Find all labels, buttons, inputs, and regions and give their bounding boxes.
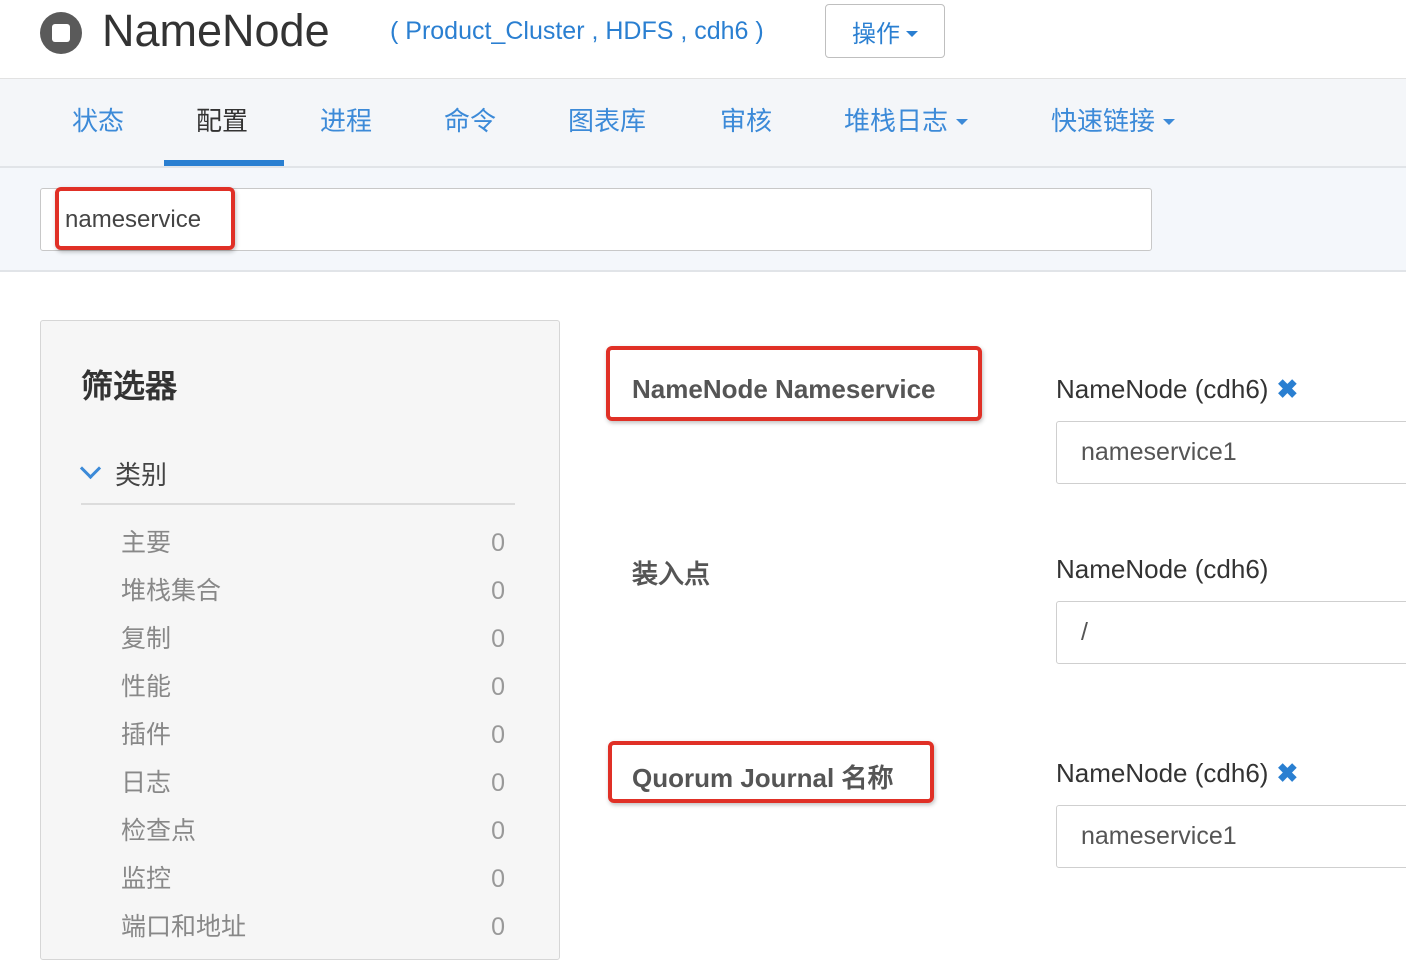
filter-count: 0 <box>491 529 505 557</box>
config-value-mount-point[interactable] <box>1056 601 1406 664</box>
tab-quick-links[interactable]: 快速链接 <box>1051 79 1176 166</box>
caret-down-icon <box>956 118 969 125</box>
tab-chart-library[interactable]: 图表库 <box>568 79 646 166</box>
tab-commands[interactable]: 命令 <box>444 79 496 166</box>
remove-icon[interactable]: ✖ <box>1276 758 1298 788</box>
filter-item-logs[interactable]: 日志 0 <box>121 761 505 809</box>
filter-item-ports-addresses[interactable]: 端口和地址 0 <box>121 905 505 953</box>
config-label-namenode-nameservice: NameNode Nameservice <box>632 374 936 404</box>
category-toggle[interactable]: 类别 <box>79 453 515 505</box>
filter-count: 0 <box>491 817 505 845</box>
filter-item-stack-collection[interactable]: 堆栈集合 0 <box>121 569 505 617</box>
filter-item-checkpoints[interactable]: 检查点 0 <box>121 809 505 857</box>
tab-stack-logs[interactable]: 堆栈日志 <box>844 79 969 166</box>
config-label-quorum-journal-name: Quorum Journal 名称 <box>632 763 894 793</box>
active-tab-indicator <box>164 160 284 166</box>
filter-count: 0 <box>491 865 505 893</box>
filter-item-plugins[interactable]: 插件 0 <box>121 713 505 761</box>
filter-list: 主要 0 堆栈集合 0 复制 0 性能 0 插件 0 日志 0 检查点 0 监控 0 端口和地址… <box>121 521 505 953</box>
filter-count: 0 <box>491 769 505 797</box>
filter-count: 0 <box>491 913 505 941</box>
remove-icon[interactable]: ✖ <box>1276 374 1298 404</box>
service-context: ( Product_Cluster , HDFS , cdh6 ) <box>390 17 764 45</box>
tab-bar: 状态 配置 进程 命令 图表库 审核 堆栈日志 快速链接 <box>0 79 1406 168</box>
config-value-namenode-nameservice[interactable] <box>1056 421 1406 484</box>
chevron-down-icon <box>79 457 102 480</box>
filter-item-replication[interactable]: 复制 0 <box>121 617 505 665</box>
stopped-status-icon <box>40 12 82 54</box>
tab-configuration[interactable]: 配置 <box>196 79 248 166</box>
filter-title: 筛选器 <box>81 367 178 405</box>
filter-item-monitoring[interactable]: 监控 0 <box>121 857 505 905</box>
filter-panel: 筛选器 类别 主要 0 堆栈集合 0 复制 0 性能 0 插件 0 日志 0 检查点 0 监控… <box>40 320 560 960</box>
filter-count: 0 <box>491 673 505 701</box>
page-header: NameNode ( Product_Cluster , HDFS , cdh6… <box>0 0 1406 79</box>
filter-count: 0 <box>491 625 505 653</box>
page-title: NameNode <box>102 5 330 56</box>
filter-item-main[interactable]: 主要 0 <box>121 521 505 569</box>
search-input[interactable] <box>40 188 1152 251</box>
filter-count: 0 <box>491 577 505 605</box>
config-scope: NameNode (cdh6) <box>1056 554 1269 584</box>
tab-audits[interactable]: 审核 <box>720 79 772 166</box>
category-label: 类别 <box>115 461 168 491</box>
config-scope: NameNode (cdh6) ✖ <box>1056 758 1299 788</box>
config-value-quorum-journal-name[interactable] <box>1056 805 1406 868</box>
caret-down-icon <box>906 31 918 37</box>
config-label-mount-point: 装入点 <box>632 559 711 589</box>
filter-count: 0 <box>491 721 505 749</box>
tab-status[interactable]: 状态 <box>72 79 124 166</box>
caret-down-icon <box>1163 118 1176 125</box>
filter-item-performance[interactable]: 性能 0 <box>121 665 505 713</box>
config-scope: NameNode (cdh6) ✖ <box>1056 374 1299 404</box>
actions-button-label: 操作 <box>852 19 900 48</box>
search-bar <box>0 168 1406 272</box>
actions-button[interactable]: 操作 <box>825 4 945 58</box>
tab-processes[interactable]: 进程 <box>320 79 372 166</box>
